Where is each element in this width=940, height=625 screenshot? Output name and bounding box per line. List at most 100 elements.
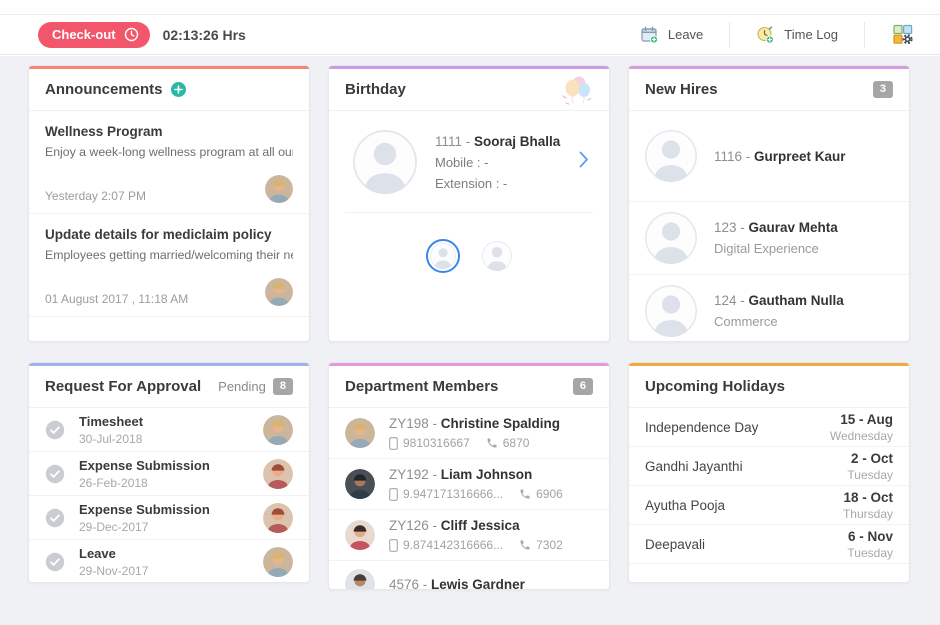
approval-type: Expense Submission — [79, 502, 210, 517]
approvals-card: Request For Approval Pending 8 Timesheet… — [28, 362, 310, 583]
approval-date: 26-Feb-2018 — [79, 476, 210, 490]
new-hires-card: New Hires 3 1116 - Gurpreet Kaur 123 - G… — [628, 65, 910, 342]
leave-label: Leave — [668, 27, 703, 42]
member-row[interactable]: ZY192 - Liam Johnson 9.947171316666... 6… — [329, 459, 609, 510]
department-members-card: Department Members 6 ZY198 - Christine S… — [328, 362, 610, 590]
approval-row[interactable]: Leave 29-Nov-2017 — [29, 540, 309, 583]
timelog-button[interactable]: Time Log — [730, 22, 864, 48]
mobile-icon — [389, 437, 398, 450]
check-circle-icon[interactable] — [45, 552, 65, 572]
holiday-date: 6 - Nov — [847, 529, 893, 544]
birthday-person-row[interactable]: 1111 - Sooraj Bhalla Mobile : - Extensio… — [345, 111, 593, 213]
birthday-extension: Extension : - — [435, 176, 560, 191]
approval-type: Expense Submission — [79, 458, 210, 473]
member-row[interactable]: ZY198 - Christine Spalding 9810316667 68… — [329, 408, 609, 459]
member-name: ZY126 - Cliff Jessica — [389, 518, 563, 533]
announcement-desc: Employees getting married/welcoming thei… — [45, 248, 293, 262]
apps-grid-button[interactable] — [865, 22, 940, 48]
announcement-item[interactable]: Wellness Program Enjoy a week-long welln… — [29, 111, 309, 214]
member-extension: 7302 — [536, 538, 563, 552]
avatar — [345, 520, 375, 550]
avatar-placeholder — [353, 130, 417, 194]
holiday-name: Gandhi Jayanthi — [645, 459, 743, 474]
holiday-row[interactable]: Deepavali 6 - Nov Tuesday — [629, 525, 909, 564]
check-circle-icon[interactable] — [45, 464, 65, 484]
member-extension: 6870 — [503, 436, 530, 450]
holiday-row[interactable]: Independence Day 15 - Aug Wednesday — [629, 408, 909, 447]
holidays-title: Upcoming Holidays — [645, 378, 785, 395]
chevron-right-icon[interactable] — [575, 147, 593, 177]
new-hire-department: Commerce — [714, 314, 844, 329]
holiday-date: 15 - Aug — [830, 412, 893, 427]
checkout-button[interactable]: Check-out — [38, 22, 150, 48]
new-hire-row[interactable]: 1116 - Gurpreet Kaur — [629, 111, 909, 202]
birthday-carousel — [329, 239, 609, 273]
avatar-placeholder — [645, 130, 697, 182]
mobile-icon — [389, 539, 398, 552]
apps-grid-icon — [891, 24, 914, 45]
holiday-date: 2 - Oct — [847, 451, 893, 466]
approval-type: Leave — [79, 546, 148, 561]
check-circle-icon[interactable] — [45, 508, 65, 528]
announcement-title: Wellness Program — [45, 124, 293, 139]
holiday-day: Tuesday — [847, 546, 893, 560]
avatar — [345, 418, 375, 448]
phone-icon — [519, 539, 531, 551]
avatar — [265, 278, 293, 306]
member-row[interactable]: ZY126 - Cliff Jessica 9.874142316666... … — [329, 510, 609, 561]
add-announcement-button[interactable] — [171, 82, 186, 97]
approval-date: 29-Dec-2017 — [79, 520, 210, 534]
new-hires-header: New Hires 3 — [629, 66, 909, 111]
avatar — [345, 569, 375, 590]
avatar — [263, 503, 293, 533]
holiday-name: Deepavali — [645, 537, 705, 552]
avatar-placeholder — [482, 241, 512, 271]
approval-date: 29-Nov-2017 — [79, 564, 148, 578]
member-mobile: 9810316667 — [403, 436, 470, 450]
holiday-name: Ayutha Pooja — [645, 498, 725, 513]
carousel-avatar-selected[interactable] — [426, 239, 460, 273]
new-hire-row[interactable]: 123 - Gaurav Mehta Digital Experience — [629, 202, 909, 275]
holiday-date: 18 - Oct — [843, 490, 893, 505]
announcements-card: Announcements Wellness Program Enjoy a w… — [28, 65, 310, 342]
plus-icon — [174, 85, 183, 94]
new-hires-count-badge: 3 — [873, 81, 893, 98]
new-hire-row[interactable]: 124 - Gautham Nulla Commerce — [629, 275, 909, 342]
member-row[interactable]: 4576 - Lewis Gardner — [329, 561, 609, 590]
member-name: 4576 - Lewis Gardner — [389, 577, 525, 591]
holiday-day: Wednesday — [830, 429, 893, 443]
leave-button[interactable]: Leave — [614, 22, 729, 48]
announcement-item[interactable]: Update details for mediclaim policy Empl… — [29, 214, 309, 317]
avatar-placeholder — [430, 243, 456, 269]
avatar — [345, 469, 375, 499]
avatar — [265, 175, 293, 203]
member-name: ZY198 - Christine Spalding — [389, 416, 560, 431]
approval-row[interactable]: Expense Submission 26-Feb-2018 — [29, 452, 309, 496]
avatar — [263, 547, 293, 577]
carousel-avatar[interactable] — [482, 241, 512, 271]
new-hires-title: New Hires — [645, 81, 718, 98]
phone-icon — [486, 437, 498, 449]
approval-date: 30-Jul-2018 — [79, 432, 143, 446]
balloons-icon — [557, 72, 593, 108]
holidays-card: Upcoming Holidays Independence Day 15 - … — [628, 362, 910, 583]
work-timer: 02:13:26 Hrs — [163, 27, 246, 43]
avatar — [263, 415, 293, 445]
announcement-time: 01 August 2017 , 11:18 AM — [45, 292, 188, 306]
pending-label: Pending — [218, 379, 266, 394]
member-name: ZY192 - Liam Johnson — [389, 467, 563, 482]
holiday-row[interactable]: Ayutha Pooja 18 - Oct Thursday — [629, 486, 909, 525]
holiday-row[interactable]: Gandhi Jayanthi 2 - Oct Tuesday — [629, 447, 909, 486]
clock-icon — [124, 27, 139, 42]
topbar: Check-out 02:13:26 Hrs Leave — [0, 14, 940, 55]
checkout-label: Check-out — [52, 27, 116, 42]
new-hire-name: 124 - Gautham Nulla — [714, 293, 844, 308]
avatar-placeholder — [645, 212, 697, 264]
approval-type: Timesheet — [79, 414, 143, 429]
approval-row[interactable]: Expense Submission 29-Dec-2017 — [29, 496, 309, 540]
avatar — [263, 459, 293, 489]
member-mobile: 9.874142316666... — [403, 538, 503, 552]
check-circle-icon[interactable] — [45, 420, 65, 440]
members-header: Department Members 6 — [329, 363, 609, 408]
approval-row[interactable]: Timesheet 30-Jul-2018 — [29, 408, 309, 452]
